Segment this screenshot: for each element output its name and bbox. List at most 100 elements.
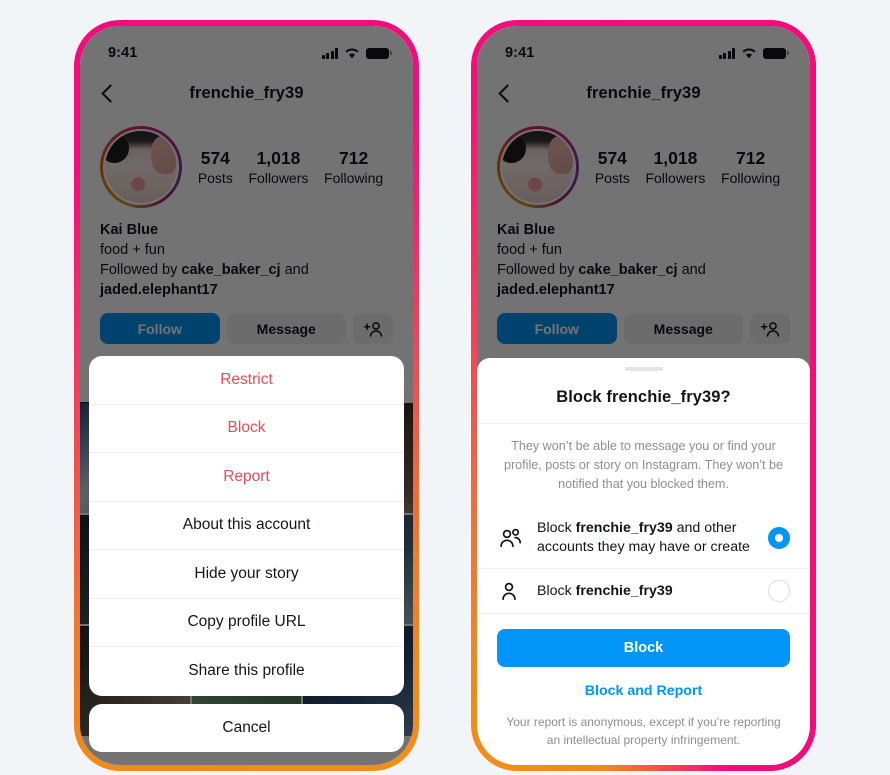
followed-by-user-1[interactable]: cake_baker_cj (578, 262, 677, 278)
followed-by-middle: and (677, 262, 706, 278)
opt1-prefix: Block (537, 520, 576, 537)
profile-actions-left: Follow Message (80, 300, 413, 344)
message-button[interactable]: Message (623, 313, 743, 344)
profile-header-right: 574 Posts 1,018 Followers 712 Following (477, 116, 810, 208)
follow-button[interactable]: Follow (497, 313, 617, 344)
profile-actions-right: Follow Message (477, 300, 810, 344)
phone-left-screen: 9:41 frenchie_fry39 574 Posts 1,018 Foll… (80, 26, 413, 765)
sheet-item-report[interactable]: Report (89, 453, 404, 502)
stat-posts-label: Posts (594, 170, 630, 187)
block-option-single-account-label: Block frenchie_fry39 (537, 582, 754, 601)
block-option-all-accounts-label: Block frenchie_fry39 and other accounts … (537, 519, 754, 557)
stat-followers[interactable]: 1,018 Followers (645, 148, 705, 186)
profile-display-name: Kai Blue (497, 222, 556, 238)
block-modal-description: They won’t be able to message you or fin… (503, 439, 784, 492)
stat-following-label: Following (721, 170, 781, 187)
stat-posts[interactable]: 574 Posts (198, 148, 233, 186)
status-indicators (719, 47, 790, 59)
followed-by-user-1[interactable]: cake_baker_cj (181, 262, 280, 278)
profile-stats: 574 Posts 1,018 Followers 712 Following (579, 148, 788, 186)
block-option-single-account[interactable]: Block frenchie_fry39 (477, 569, 810, 613)
radio-single-account[interactable] (768, 580, 790, 603)
add-person-button[interactable] (750, 313, 790, 344)
followed-by-middle: and (280, 262, 309, 278)
action-sheet-card: Restrict Block Report About this account… (89, 356, 404, 696)
status-indicators (322, 47, 393, 59)
sheet-item-restrict[interactable]: Restrict (89, 356, 404, 405)
stat-posts-label: Posts (197, 170, 233, 187)
followed-by-text: Followed by cake_baker_cj and jaded.elep… (100, 260, 393, 300)
screenshot-stage: 9:41 frenchie_fry39 574 Posts 1,018 Foll… (0, 0, 890, 775)
profile-bio-text: food + fun (497, 242, 562, 258)
avatar[interactable] (100, 126, 182, 208)
stat-following[interactable]: 712 Following (721, 148, 780, 186)
profile-bio-right: Kai Blue food + fun Followed by cake_bak… (477, 208, 810, 300)
status-time: 9:41 (505, 45, 535, 61)
sheet-item-hide-your-story[interactable]: Hide your story (89, 550, 404, 599)
sheet-item-block[interactable]: Block (89, 405, 404, 453)
status-bar-right: 9:41 (477, 26, 810, 70)
nav-bar-left: frenchie_fry39 (80, 70, 413, 116)
radio-all-accounts[interactable] (768, 527, 790, 550)
opt1-username: frenchie_fry39 (575, 520, 673, 537)
page-title: frenchie_fry39 (586, 83, 701, 102)
profile-bio-text: food + fun (100, 242, 165, 258)
profile-stats: 574 Posts 1,018 Followers 712 Following (182, 148, 391, 186)
nav-bar-right: frenchie_fry39 (477, 70, 810, 116)
add-person-button[interactable] (353, 313, 393, 344)
stat-followers-number: 1,018 (256, 147, 301, 168)
stat-posts-number: 574 (597, 147, 627, 168)
followed-by-user-2[interactable]: jaded.elephant17 (497, 282, 615, 298)
opt2-prefix: Block (537, 582, 576, 599)
add-person-icon (760, 321, 779, 337)
battery-icon (763, 47, 790, 59)
followed-by-user-2[interactable]: jaded.elephant17 (100, 282, 218, 298)
opt2-username: frenchie_fry39 (575, 582, 673, 599)
message-button[interactable]: Message (226, 313, 346, 344)
wifi-icon (742, 48, 756, 59)
avatar[interactable] (497, 126, 579, 208)
follow-button[interactable]: Follow (100, 313, 220, 344)
option-divider (477, 613, 810, 614)
stat-followers[interactable]: 1,018 Followers (248, 148, 308, 186)
person-icon (497, 581, 523, 601)
sheet-item-copy-profile-url[interactable]: Copy profile URL (89, 599, 404, 647)
add-person-icon (363, 321, 382, 337)
phone-right-screen: 9:41 frenchie_fry39 574 Posts 1,018 Foll… (477, 26, 810, 765)
profile-display-name: Kai Blue (100, 222, 159, 238)
sheet-item-about-this-account[interactable]: About this account (89, 502, 404, 550)
stat-posts-number: 574 (200, 147, 230, 168)
stat-followers-number: 1,018 (653, 147, 698, 168)
page-title: frenchie_fry39 (189, 83, 304, 102)
cellular-bars-icon (322, 48, 338, 59)
stat-following-number: 712 (338, 147, 369, 168)
phone-left-frame: 9:41 frenchie_fry39 574 Posts 1,018 Foll… (74, 20, 419, 771)
people-group-icon (497, 528, 523, 548)
profile-bio-left: Kai Blue food + fun Followed by cake_bak… (80, 208, 413, 300)
block-modal: Block frenchie_fry39? They won’t be able… (477, 357, 810, 765)
status-bar-left: 9:41 (80, 26, 413, 70)
action-sheet-left: Restrict Block Report About this account… (80, 356, 413, 765)
cancel-button[interactable]: Cancel (89, 703, 404, 752)
followed-by-prefix: Followed by (497, 262, 579, 278)
block-and-report-link[interactable]: Block and Report (477, 667, 810, 713)
block-option-all-accounts[interactable]: Block frenchie_fry39 and other accounts … (477, 508, 810, 568)
status-time: 9:41 (108, 45, 138, 61)
battery-icon (366, 47, 393, 59)
phone-right-frame: 9:41 frenchie_fry39 574 Posts 1,018 Foll… (471, 20, 816, 771)
wifi-icon (345, 48, 359, 59)
stat-following[interactable]: 712 Following (324, 148, 383, 186)
cellular-bars-icon (719, 48, 735, 59)
followed-by-prefix: Followed by (100, 262, 182, 278)
followed-by-text: Followed by cake_baker_cj and jaded.elep… (497, 260, 790, 300)
stat-followers-label: Followers (248, 170, 309, 187)
stat-following-label: Following (324, 170, 384, 187)
stat-followers-label: Followers (645, 170, 706, 187)
sheet-item-share-this-profile[interactable]: Share this profile (89, 647, 404, 696)
profile-header-left: 574 Posts 1,018 Followers 712 Following (80, 116, 413, 208)
block-modal-title: Block frenchie_fry39? (477, 371, 810, 425)
stat-posts[interactable]: 574 Posts (595, 148, 630, 186)
block-confirm-button[interactable]: Block (497, 629, 790, 667)
block-modal-footer: Your report is anonymous, except if you’… (506, 715, 781, 747)
stat-following-number: 712 (735, 147, 766, 168)
